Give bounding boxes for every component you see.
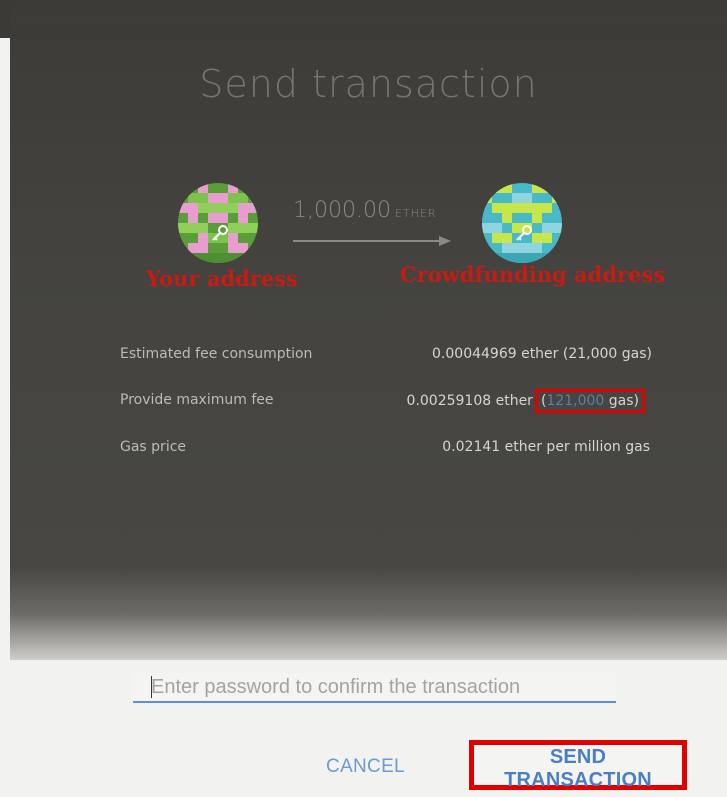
- key-icon: [516, 225, 532, 241]
- gas-price-row: Gas price 0.02141 ether per million gas: [120, 439, 650, 461]
- cancel-button[interactable]: CANCEL: [318, 752, 413, 782]
- from-address-label: Your address: [146, 266, 298, 291]
- max-fee-label: Provide maximum fee: [120, 392, 274, 408]
- dialog-title: Send transaction: [199, 62, 538, 106]
- from-identicon: [178, 183, 258, 263]
- key-icon: [212, 225, 228, 241]
- max-fee-row: Provide maximum fee 0.00259108 ether (121…: [120, 389, 645, 414]
- gas-price-label: Gas price: [120, 439, 187, 455]
- max-gas-highlight: (121,000 gas): [534, 389, 645, 413]
- estimated-fee-value: 0.00044969 ether (21,000 gas): [432, 346, 652, 362]
- amount-value: 1,000.00: [293, 198, 391, 223]
- password-input[interactable]: [133, 673, 616, 703]
- amount: 1,000.00 ETHER: [293, 198, 437, 223]
- estimated-fee-label: Estimated fee consumption: [120, 346, 313, 362]
- max-gas-unit: gas): [604, 393, 639, 409]
- amount-unit: ETHER: [394, 207, 437, 220]
- panel-top-edge: [10, 26, 727, 38]
- to-address-label: Crowdfunding address: [400, 262, 666, 287]
- text-cursor: [151, 676, 152, 698]
- max-fee-value: 0.00259108 ether (121,000 gas): [407, 389, 645, 413]
- max-gas-input[interactable]: 121,000: [546, 393, 604, 409]
- arrow-right-icon: [293, 236, 451, 246]
- to-identicon: [482, 183, 562, 263]
- send-transaction-button[interactable]: SEND TRANSACTION: [469, 740, 687, 791]
- max-fee-ether: 0.00259108 ether: [406, 393, 533, 409]
- estimated-fee-row: Estimated fee consumption 0.00044969 eth…: [120, 346, 652, 368]
- window: Send transaction 1,000.00 ETHER Your add…: [0, 0, 727, 797]
- gas-price-value: 0.02141 ether per million gas: [442, 439, 650, 455]
